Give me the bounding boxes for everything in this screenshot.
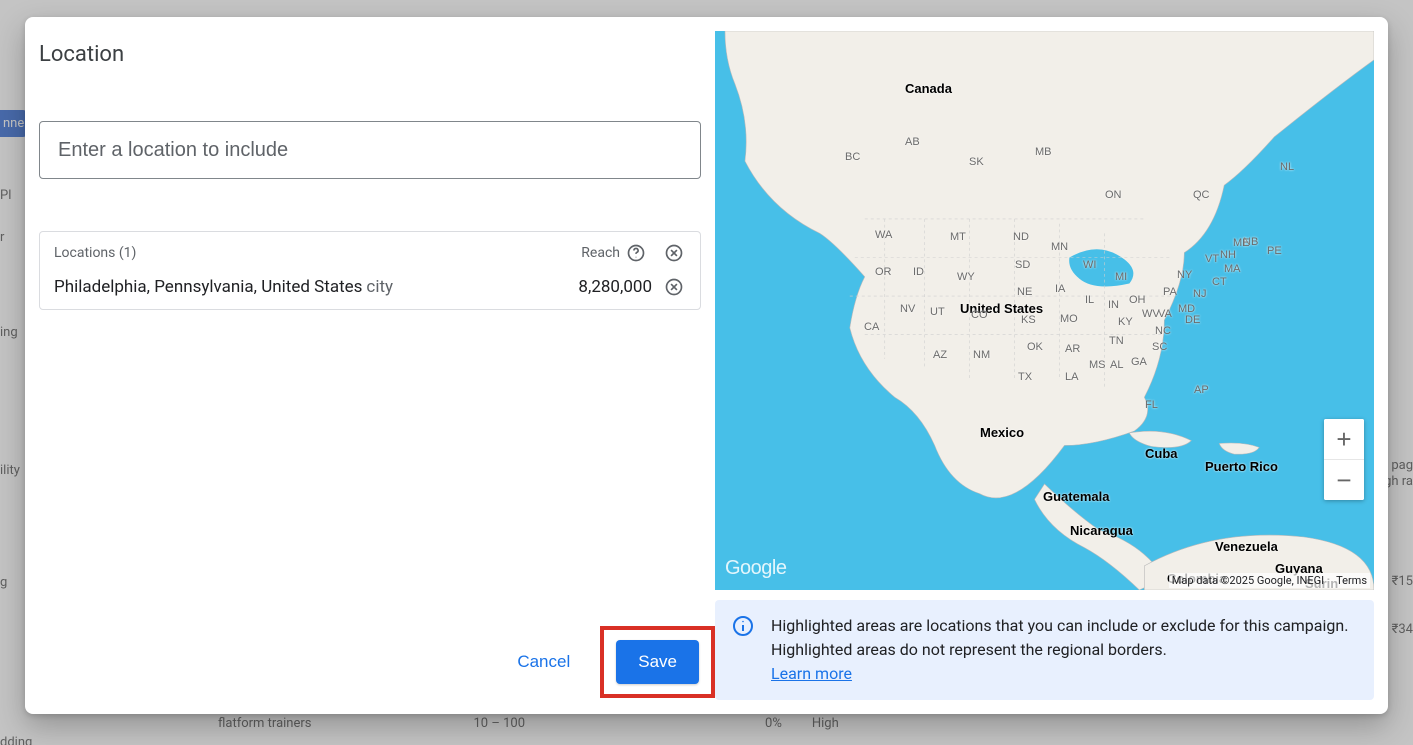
learn-more-link[interactable]: Learn more bbox=[771, 664, 852, 683]
map-label-nicaragua: Nicaragua bbox=[1070, 523, 1133, 538]
map-attribution-text: Map data ©2025 Google, INEGI bbox=[1172, 574, 1324, 587]
map[interactable]: Canada United States Mexico Cuba Puerto … bbox=[715, 31, 1374, 590]
location-input[interactable] bbox=[58, 139, 682, 162]
location-left-pane: Location Locations (1) Reach Philadelphi… bbox=[25, 17, 715, 714]
info-icon bbox=[731, 614, 755, 638]
dialog-title: Location bbox=[39, 42, 701, 67]
zoom-out-button[interactable]: − bbox=[1324, 460, 1364, 500]
reach-header-label: Reach bbox=[581, 245, 620, 261]
location-row: Philadelphia, Pennsylvania, United State… bbox=[54, 275, 686, 299]
map-label-pr: Puerto Rico bbox=[1205, 459, 1278, 474]
map-label-guatemala: Guatemala bbox=[1043, 489, 1109, 504]
locations-count-label: Locations (1) bbox=[54, 245, 136, 261]
map-label-mexico: Mexico bbox=[980, 425, 1024, 440]
save-button[interactable]: Save bbox=[616, 640, 699, 684]
google-logo: Google bbox=[725, 557, 787, 580]
remove-location-icon[interactable] bbox=[662, 275, 686, 299]
map-attribution: Map data ©2025 Google, INEGI Terms bbox=[1169, 573, 1370, 588]
info-text: Highlighted areas are locations that you… bbox=[771, 616, 1348, 659]
location-name: Philadelphia, Pennsylvania, United State… bbox=[54, 277, 362, 297]
location-dialog: Location Locations (1) Reach Philadelphi… bbox=[25, 17, 1388, 714]
location-reach: 8,280,000 bbox=[578, 277, 652, 297]
info-banner: Highlighted areas are locations that you… bbox=[715, 600, 1374, 700]
location-input-wrap[interactable] bbox=[39, 121, 701, 179]
location-type: city bbox=[366, 277, 393, 297]
help-icon[interactable] bbox=[624, 241, 648, 265]
locations-box: Locations (1) Reach Philadelphia, Pennsy… bbox=[39, 231, 701, 310]
locations-header: Locations (1) Reach bbox=[54, 241, 686, 265]
info-text-wrap: Highlighted areas are locations that you… bbox=[771, 614, 1358, 686]
zoom-in-button[interactable]: + bbox=[1324, 419, 1364, 459]
location-right-pane: Canada United States Mexico Cuba Puerto … bbox=[715, 17, 1388, 714]
map-label-canada: Canada bbox=[905, 81, 952, 96]
dialog-actions: Cancel Save bbox=[511, 626, 715, 698]
clear-all-locations-icon[interactable] bbox=[662, 241, 686, 265]
map-terms-link[interactable]: Terms bbox=[1336, 574, 1367, 587]
map-svg bbox=[715, 31, 1374, 590]
map-label-cuba: Cuba bbox=[1145, 446, 1178, 461]
save-highlight-box: Save bbox=[600, 626, 715, 698]
map-label-venezuela: Venezuela bbox=[1215, 539, 1278, 554]
map-zoom-control: + − bbox=[1324, 419, 1364, 500]
cancel-button[interactable]: Cancel bbox=[511, 644, 576, 680]
